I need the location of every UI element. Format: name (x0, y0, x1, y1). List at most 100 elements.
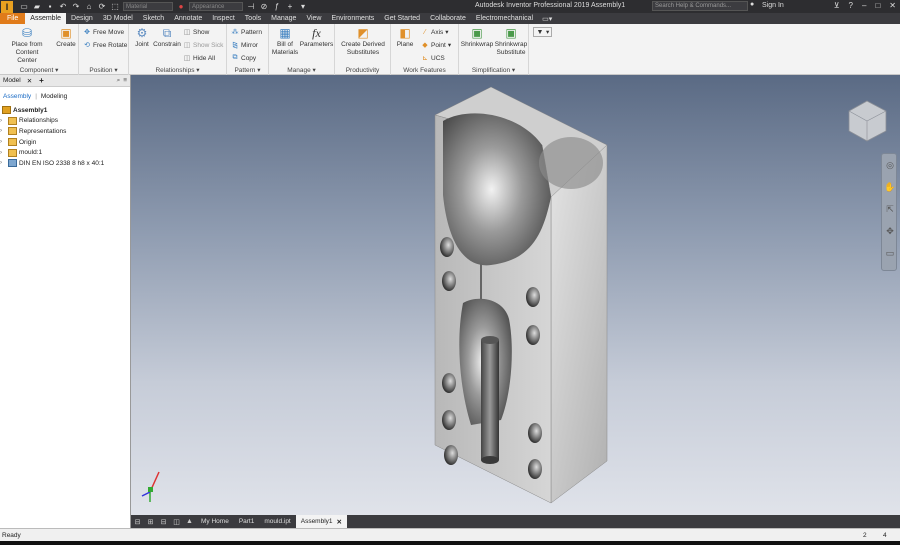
tree-item-pin[interactable]: › DIN EN ISO 2338 8 h8 x 40:1 (0, 158, 130, 169)
minimize-icon[interactable]: – (862, 1, 866, 10)
constrain-button[interactable]: ⧉ Constrain (152, 26, 182, 49)
show-button[interactable]: ◫ Show (183, 28, 210, 37)
tab-manage[interactable]: Manage (266, 13, 301, 24)
tab-view[interactable]: View (301, 13, 326, 24)
tab-collaborate[interactable]: Collaborate (425, 13, 471, 24)
zoom-icon[interactable]: ⇱ (882, 198, 898, 220)
shrinkwrap-button[interactable]: ▣ Shrinkwrap (460, 26, 494, 49)
sign-in-link[interactable]: Sign In (762, 2, 784, 9)
hide-all-button[interactable]: ◫ Hide All (183, 54, 215, 63)
free-rotate-button[interactable]: ⟲ Free Rotate (83, 41, 127, 50)
tree-root[interactable]: Assembly1 (0, 105, 130, 116)
measure-icon[interactable]: ⊣ (246, 2, 256, 11)
panel-label-component[interactable]: Component ▾ (0, 66, 78, 74)
tab-inspect[interactable]: Inspect (207, 13, 240, 24)
tree-item-origin[interactable]: › Origin (0, 137, 130, 148)
tab-environments[interactable]: Environments (326, 13, 379, 24)
expand-icon[interactable]: › (0, 160, 6, 166)
close-tab-icon[interactable]: ✕ (337, 518, 342, 526)
tab-assemble[interactable]: Assemble (25, 13, 67, 24)
expand-icon[interactable]: › (0, 118, 6, 124)
panel-label-manage[interactable]: Manage ▾ (269, 66, 334, 74)
create-derived-substitutes-button[interactable]: ◩ Create Derived Substitutes (338, 26, 388, 57)
ribbon-extra-dropdown[interactable]: ▼ ▾ (533, 27, 553, 37)
pan-icon[interactable]: ✋ (882, 176, 898, 198)
update-icon[interactable]: ⟳ (97, 2, 107, 11)
undo-icon[interactable]: ↶ (58, 2, 68, 11)
vertical-split-icon[interactable]: ◫ (170, 518, 183, 526)
browser-add-tab-button[interactable]: + (39, 76, 44, 85)
browser-tab-close-icon[interactable]: ✕ (24, 77, 35, 85)
home-icon[interactable]: ⌂ (84, 2, 94, 11)
customize-icon[interactable]: ▾ (298, 2, 308, 11)
parameters-button[interactable]: fx Parameters (300, 26, 334, 49)
tab-electromechanical[interactable]: Electromechanical (471, 13, 538, 24)
panel-label-pattern[interactable]: Pattern ▾ (227, 66, 268, 74)
inventor-logo-icon[interactable]: I (1, 0, 13, 13)
tab-file[interactable]: File (0, 13, 26, 24)
tab-design[interactable]: Design (66, 13, 98, 24)
point-button[interactable]: ◆ Point ▾ (421, 41, 451, 50)
axis-button[interactable]: ⁄ Axis ▾ (421, 28, 448, 37)
doc-tab-my-home[interactable]: My Home (196, 515, 234, 528)
tree-item-representations[interactable]: › Representations (0, 126, 130, 137)
orbit-icon[interactable]: ✥ (882, 220, 898, 242)
expand-icon[interactable]: › (0, 128, 6, 134)
panel-label-relationships[interactable]: Relationships ▾ (129, 66, 226, 74)
joint-button[interactable]: ⚙ Joint (132, 26, 152, 49)
expand-tabs-icon[interactable]: ▲ (183, 518, 196, 525)
redo-icon[interactable]: ↷ (71, 2, 81, 11)
doc-tab-mould[interactable]: mould.ipt (259, 515, 295, 528)
search-input[interactable]: Search Help & Commands... (652, 1, 748, 11)
assembly-view-link[interactable]: Assembly (3, 93, 31, 100)
menu-icon[interactable]: ≡ (123, 77, 127, 85)
view-face-icon[interactable]: ▭ (882, 242, 898, 264)
create-button[interactable]: ▣ Create (56, 26, 76, 49)
tree-item-mould[interactable]: › mould:1 (0, 147, 130, 158)
tab-3d-model[interactable]: 3D Model (98, 13, 138, 24)
tile-icon[interactable]: ⊟ (131, 518, 144, 526)
pattern-button[interactable]: ⁂ Pattern (231, 28, 262, 37)
modeling-view-link[interactable]: Modeling (41, 93, 67, 100)
plus-icon[interactable]: + (285, 2, 295, 11)
browser-tab-model[interactable]: Model (0, 77, 24, 84)
mirror-button[interactable]: ⧎ Mirror (231, 41, 258, 50)
clear-icon[interactable]: ⊘ (259, 2, 269, 11)
save-icon[interactable]: ▪ (45, 2, 55, 11)
panel-label-position[interactable]: Position ▾ (79, 66, 128, 74)
mould-model[interactable] (131, 75, 900, 515)
grid-icon[interactable]: ⊞ (144, 518, 157, 526)
bill-of-materials-button[interactable]: ▦ Bill of Materials (271, 26, 299, 57)
horizontal-split-icon[interactable]: ⊟ (157, 518, 170, 526)
material-combo[interactable]: Material (123, 2, 173, 11)
maximize-icon[interactable]: □ (875, 1, 880, 10)
tree-item-relationships[interactable]: › Relationships (0, 116, 130, 127)
function-icon[interactable]: ƒ (272, 2, 282, 11)
help-icon[interactable]: ? (849, 1, 853, 10)
user-icon[interactable]: ● (750, 1, 754, 8)
tab-tools[interactable]: Tools (240, 13, 266, 24)
tab-get-started[interactable]: Get Started (379, 13, 425, 24)
expand-icon[interactable]: › (0, 139, 6, 145)
place-from-content-center-button[interactable]: ⛁ Place from Content Center (6, 26, 48, 65)
ribbon-options-icon[interactable]: ▭▾ (538, 13, 556, 24)
show-sick-button[interactable]: ◫ Show Sick (183, 41, 224, 50)
plane-button[interactable]: ◧ Plane (394, 26, 416, 49)
close-icon[interactable]: ✕ (889, 1, 896, 10)
tab-annotate[interactable]: Annotate (169, 13, 207, 24)
open-icon[interactable]: ▰ (32, 2, 42, 11)
appearance-combo[interactable]: Appearance (189, 2, 243, 11)
doc-tab-part1[interactable]: Part1 (234, 515, 260, 528)
steering-wheel-icon[interactable]: ◎ (882, 154, 898, 176)
search-icon[interactable]: ⌕ (117, 77, 121, 85)
select-icon[interactable]: ⬚ (110, 2, 120, 11)
copy-button[interactable]: ⧉ Copy (231, 54, 257, 62)
cart-icon[interactable]: ⊻ (834, 1, 840, 10)
panel-label-simplification[interactable]: Simplification ▾ (459, 66, 528, 74)
new-icon[interactable]: ▭ (19, 2, 29, 11)
tab-sketch[interactable]: Sketch (138, 13, 169, 24)
shrinkwrap-substitute-button[interactable]: ▣ Shrinkwrap Substitute (494, 26, 528, 57)
ucs-button[interactable]: ⊾ UCS (421, 54, 445, 63)
doc-tab-assembly1[interactable]: Assembly1 ✕ (295, 515, 347, 528)
expand-icon[interactable]: › (0, 150, 6, 156)
